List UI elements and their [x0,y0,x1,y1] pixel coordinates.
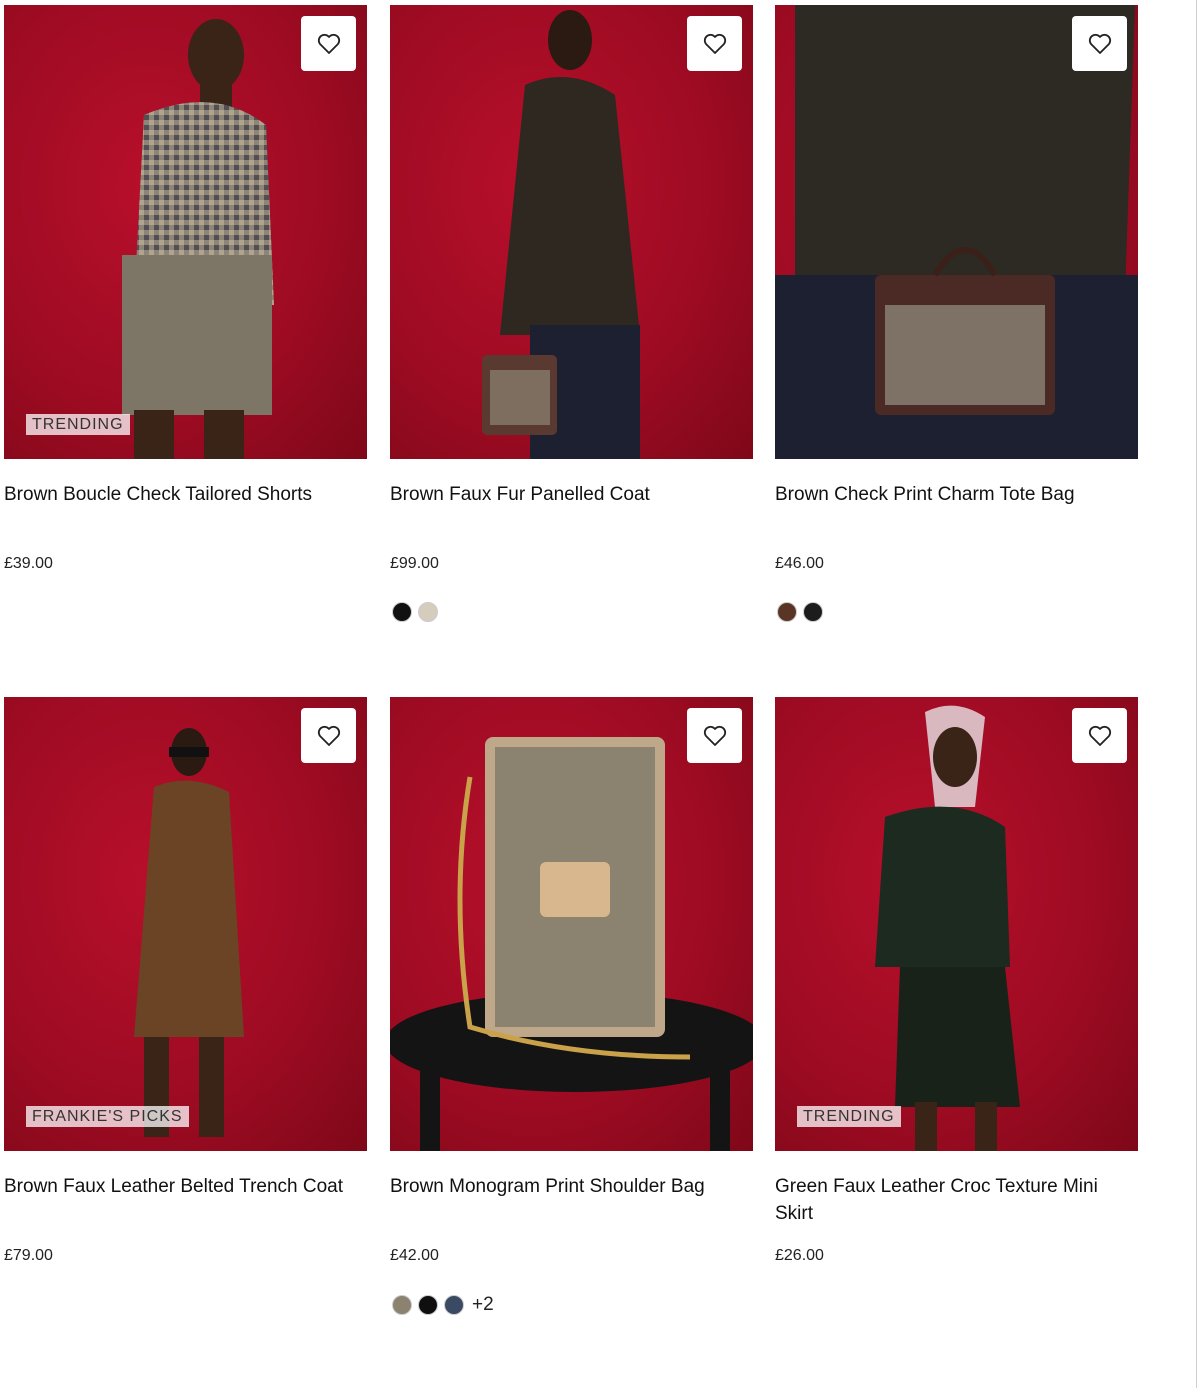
heart-outline-icon [1088,725,1111,746]
product-badge: FRANKIE'S PICKS [26,1106,189,1127]
color-swatches [392,602,438,622]
product-price: £26.00 [775,1247,824,1264]
model-in-check-suit-image [122,19,274,459]
product-badge: TRENDING [797,1106,901,1127]
product-title[interactable]: Brown Monogram Print Shoulder Bag [390,1173,745,1200]
product-price: £79.00 [4,1247,53,1264]
color-swatch[interactable] [803,602,823,622]
color-swatch[interactable] [418,602,438,622]
model-holding-tote-bag-image [775,5,1138,459]
color-swatch[interactable] [392,1295,412,1315]
product-image[interactable]: TRENDING [4,5,367,459]
color-swatches [777,602,823,622]
product-card[interactable]: Brown Check Print Charm Tote Bag £46.00 [775,5,1138,685]
product-title[interactable]: Brown Boucle Check Tailored Shorts [4,481,359,508]
page-divider [1196,0,1197,1388]
product-badge: TRENDING [26,414,130,435]
product-card[interactable]: Brown Faux Fur Panelled Coat £99.00 [390,5,753,685]
color-swatch[interactable] [777,602,797,622]
color-swatches: +2 [392,1294,494,1316]
color-swatch[interactable] [392,602,412,622]
model-in-green-leather-skirt-image [875,705,1020,1151]
product-image[interactable]: FRANKIE'S PICKS [4,697,367,1151]
heart-outline-icon [703,725,726,746]
heart-outline-icon [317,33,340,54]
model-in-faux-fur-coat-image [482,10,640,459]
wishlist-button[interactable] [687,708,742,763]
color-swatch[interactable] [444,1295,464,1315]
product-card[interactable]: Brown Monogram Print Shoulder Bag £42.00… [390,697,753,1377]
color-swatch[interactable] [418,1295,438,1315]
product-image[interactable]: TRENDING [775,697,1138,1151]
model-in-leather-trench-coat-image [134,728,244,1137]
wishlist-button[interactable] [687,16,742,71]
product-card[interactable]: TRENDING Brown Boucle Check Tailored Sho… [4,5,367,685]
product-title[interactable]: Brown Faux Fur Panelled Coat [390,481,745,508]
product-card[interactable]: FRANKIE'S PICKS Brown Faux Leather Belte… [4,697,367,1377]
product-price: £42.00 [390,1247,439,1264]
monogram-shoulder-bag-image [390,737,753,1151]
product-price: £46.00 [775,555,824,572]
product-title[interactable]: Brown Faux Leather Belted Trench Coat [4,1173,359,1200]
heart-outline-icon [703,33,726,54]
wishlist-button[interactable] [1072,16,1127,71]
more-swatches-link[interactable]: +2 [472,1294,494,1316]
product-card[interactable]: TRENDING Green Faux Leather Croc Texture… [775,697,1138,1377]
product-image[interactable] [390,697,753,1151]
heart-outline-icon [317,725,340,746]
product-title[interactable]: Brown Check Print Charm Tote Bag [775,481,1130,508]
wishlist-button[interactable] [301,16,356,71]
product-price: £39.00 [4,555,53,572]
heart-outline-icon [1088,33,1111,54]
product-image[interactable] [775,5,1138,459]
product-price: £99.00 [390,555,439,572]
product-title[interactable]: Green Faux Leather Croc Texture Mini Ski… [775,1173,1130,1227]
wishlist-button[interactable] [301,708,356,763]
product-image[interactable] [390,5,753,459]
wishlist-button[interactable] [1072,708,1127,763]
